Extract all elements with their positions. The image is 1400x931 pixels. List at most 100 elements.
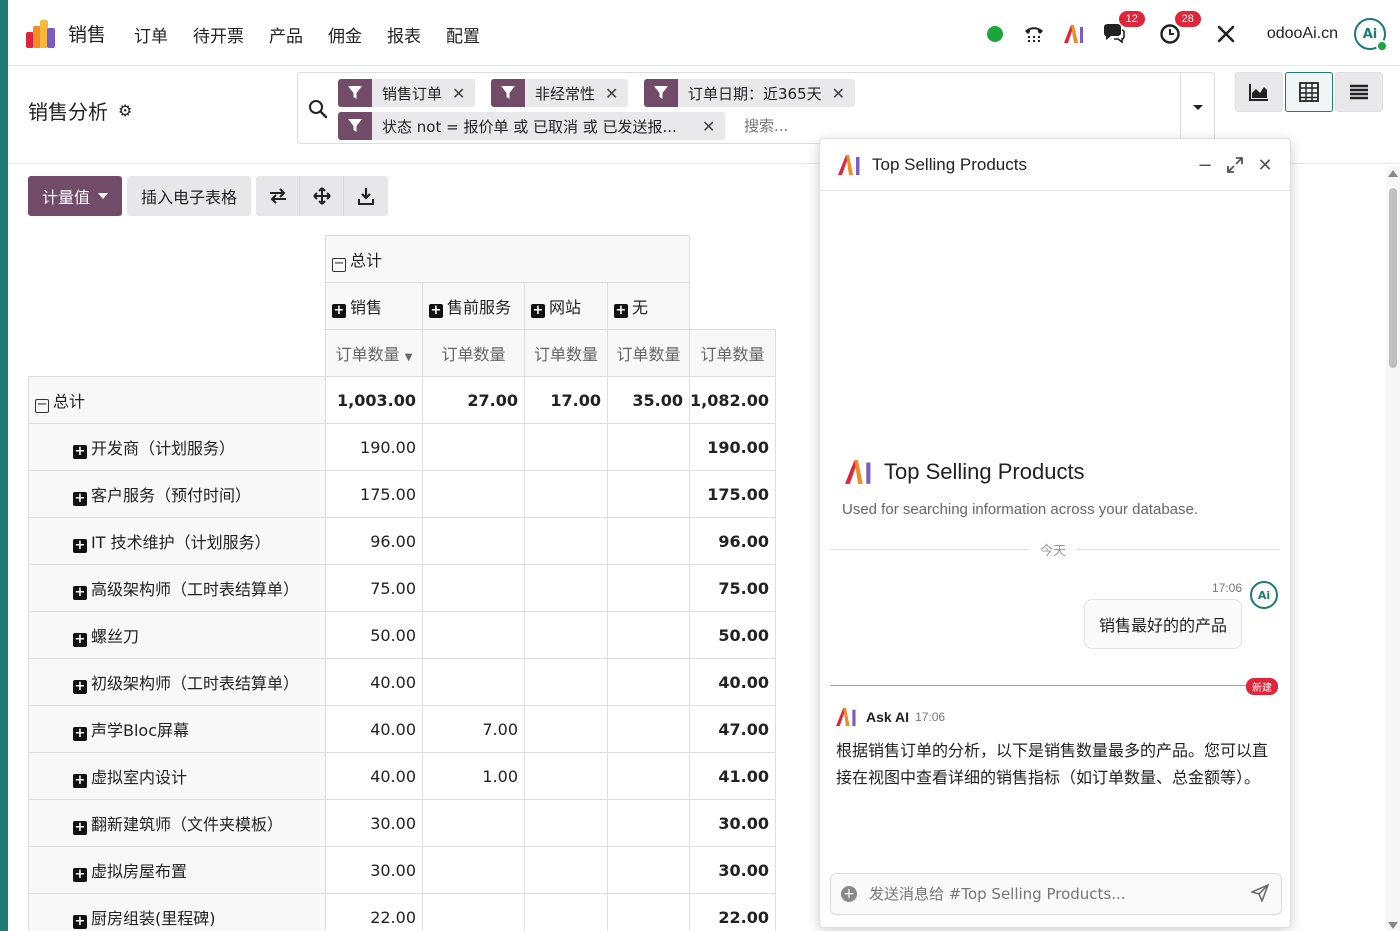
col-header-total[interactable]: − 总计 xyxy=(325,235,690,283)
pivot-cell[interactable] xyxy=(524,564,608,612)
scrollbar-thumb[interactable] xyxy=(1389,188,1397,368)
pivot-cell[interactable]: 175.00 xyxy=(325,470,423,518)
menu-item-commissions[interactable]: 佣金 xyxy=(328,22,362,47)
pivot-cell[interactable]: 7.00 xyxy=(422,705,525,753)
row-header[interactable]: + 声学Bloc屏幕 xyxy=(28,705,326,753)
pivot-cell[interactable]: 30.00 xyxy=(325,799,423,847)
scroll-up-icon[interactable] xyxy=(1388,170,1398,177)
measure-header-sorted[interactable]: 订单数量 ▼ xyxy=(325,329,423,377)
menu-item-to-invoice[interactable]: 待开票 xyxy=(193,22,244,47)
pivot-cell[interactable]: 190.00 xyxy=(325,423,423,471)
ai-logo-icon[interactable] xyxy=(1061,21,1087,47)
pivot-cell[interactable] xyxy=(524,470,608,518)
pivot-cell[interactable]: 50.00 xyxy=(325,611,423,659)
pivot-cell[interactable]: 96.00 xyxy=(325,517,423,565)
pivot-cell[interactable] xyxy=(524,423,608,471)
messages-icon[interactable]: 12 xyxy=(1101,11,1145,47)
pivot-cell[interactable] xyxy=(607,658,690,706)
pivot-cell[interactable] xyxy=(524,611,608,659)
pivot-view-button[interactable] xyxy=(1285,72,1333,112)
app-name[interactable]: 销售 xyxy=(68,20,106,47)
facet-sale-order[interactable]: 销售订单 ✕ xyxy=(338,79,476,107)
measure-header[interactable]: 订单数量 xyxy=(524,329,608,377)
pivot-cell[interactable]: 30.00 xyxy=(689,799,776,847)
pivot-cell[interactable]: 27.00 xyxy=(422,376,525,424)
col-header-none[interactable]: + 无 xyxy=(607,282,690,330)
search-bar[interactable]: 销售订单 ✕ 非经常性 ✕ 订单日期：近365天 ✕ 状态 not = 报价单 … xyxy=(297,72,1215,144)
list-view-button[interactable] xyxy=(1335,72,1383,112)
pivot-cell[interactable] xyxy=(524,517,608,565)
row-header[interactable]: + 高级架构师（工时表结算单） xyxy=(28,564,326,612)
measure-header[interactable]: 订单数量 xyxy=(422,329,525,377)
phone-icon[interactable] xyxy=(1021,21,1047,47)
close-icon[interactable]: ✕ xyxy=(605,84,628,103)
pivot-cell[interactable]: 47.00 xyxy=(689,705,776,753)
pivot-cell[interactable]: 75.00 xyxy=(689,564,776,612)
row-header[interactable]: + 虚拟房屋布置 xyxy=(28,846,326,894)
pivot-cell[interactable] xyxy=(422,799,525,847)
pivot-cell[interactable]: 1.00 xyxy=(422,752,525,800)
close-icon[interactable]: ✕ xyxy=(1250,153,1280,177)
pivot-cell[interactable] xyxy=(607,470,690,518)
pivot-cell[interactable]: 1,003.00 xyxy=(325,376,423,424)
search-icon[interactable] xyxy=(308,99,328,119)
row-header[interactable]: + 开发商（计划服务） xyxy=(28,423,326,471)
pivot-cell[interactable] xyxy=(524,799,608,847)
pivot-cell[interactable]: 75.00 xyxy=(325,564,423,612)
pivot-cell[interactable] xyxy=(524,705,608,753)
pivot-cell[interactable]: 17.00 xyxy=(524,376,608,424)
measures-button[interactable]: 计量值 xyxy=(28,176,123,216)
pivot-cell[interactable] xyxy=(422,564,525,612)
facet-order-date[interactable]: 订单日期：近365天 ✕ xyxy=(644,79,856,107)
facet-non-recurring[interactable]: 非经常性 ✕ xyxy=(491,79,629,107)
pivot-cell[interactable]: 96.00 xyxy=(689,517,776,565)
insert-spreadsheet-button[interactable]: 插入电子表格 xyxy=(127,176,252,216)
pivot-cell[interactable] xyxy=(607,517,690,565)
pivot-cell[interactable]: 40.00 xyxy=(325,658,423,706)
graph-view-button[interactable] xyxy=(1235,72,1283,112)
row-header[interactable]: + IT 技术维护（计划服务） xyxy=(28,517,326,565)
add-attachment-icon[interactable]: + xyxy=(841,886,857,902)
pivot-cell[interactable]: 22.00 xyxy=(689,893,776,931)
pivot-cell[interactable] xyxy=(422,658,525,706)
pivot-cell[interactable] xyxy=(422,846,525,894)
close-icon[interactable]: ✕ xyxy=(452,84,475,103)
company-switcher[interactable]: odooAi.cn xyxy=(1267,25,1338,43)
menu-item-products[interactable]: 产品 xyxy=(269,22,303,47)
pivot-cell[interactable]: 40.00 xyxy=(325,705,423,753)
close-icon[interactable]: ✕ xyxy=(832,84,855,103)
pivot-cell[interactable]: 175.00 xyxy=(689,470,776,518)
pivot-cell[interactable] xyxy=(524,658,608,706)
row-header[interactable]: + 客户服务（预付时间） xyxy=(28,470,326,518)
scroll-down-icon[interactable] xyxy=(1388,922,1398,929)
pivot-cell[interactable] xyxy=(524,893,608,931)
user-message-avatar[interactable]: Ai xyxy=(1250,581,1278,609)
pivot-cell[interactable]: 41.00 xyxy=(689,752,776,800)
pivot-cell[interactable]: 190.00 xyxy=(689,423,776,471)
pivot-cell[interactable]: 30.00 xyxy=(689,846,776,894)
pivot-cell[interactable] xyxy=(607,564,690,612)
pivot-cell[interactable] xyxy=(607,752,690,800)
col-header-website[interactable]: + 网站 xyxy=(524,282,608,330)
row-header[interactable]: + 虚拟室内设计 xyxy=(28,752,326,800)
menu-item-reporting[interactable]: 报表 xyxy=(387,22,421,47)
sales-app-logo-icon[interactable] xyxy=(26,18,56,48)
menu-item-orders[interactable]: 订单 xyxy=(134,22,168,47)
close-icon[interactable]: ✕ xyxy=(702,117,725,136)
row-header[interactable]: + 厨房组装(里程碑) xyxy=(28,893,326,931)
facet-state[interactable]: 状态 not = 报价单 或 已取消 或 已发送报... ✕ xyxy=(338,112,726,140)
activities-clock-icon[interactable]: 28 xyxy=(1157,11,1201,47)
chat-message-input[interactable] xyxy=(869,885,1239,903)
gear-icon[interactable]: ⚙ xyxy=(118,101,132,120)
row-header[interactable]: + 初级架构师（工时表结算单） xyxy=(28,658,326,706)
pivot-cell[interactable] xyxy=(607,893,690,931)
pivot-cell[interactable] xyxy=(422,470,525,518)
flip-axis-icon[interactable] xyxy=(256,176,301,216)
pivot-cell[interactable] xyxy=(422,517,525,565)
pivot-cell[interactable] xyxy=(422,893,525,931)
ai-author-name[interactable]: Ask AI xyxy=(866,709,909,725)
minimize-icon[interactable]: − xyxy=(1190,153,1220,177)
pivot-cell[interactable]: 50.00 xyxy=(689,611,776,659)
send-icon[interactable] xyxy=(1251,884,1269,902)
status-online-icon[interactable] xyxy=(986,26,1003,42)
